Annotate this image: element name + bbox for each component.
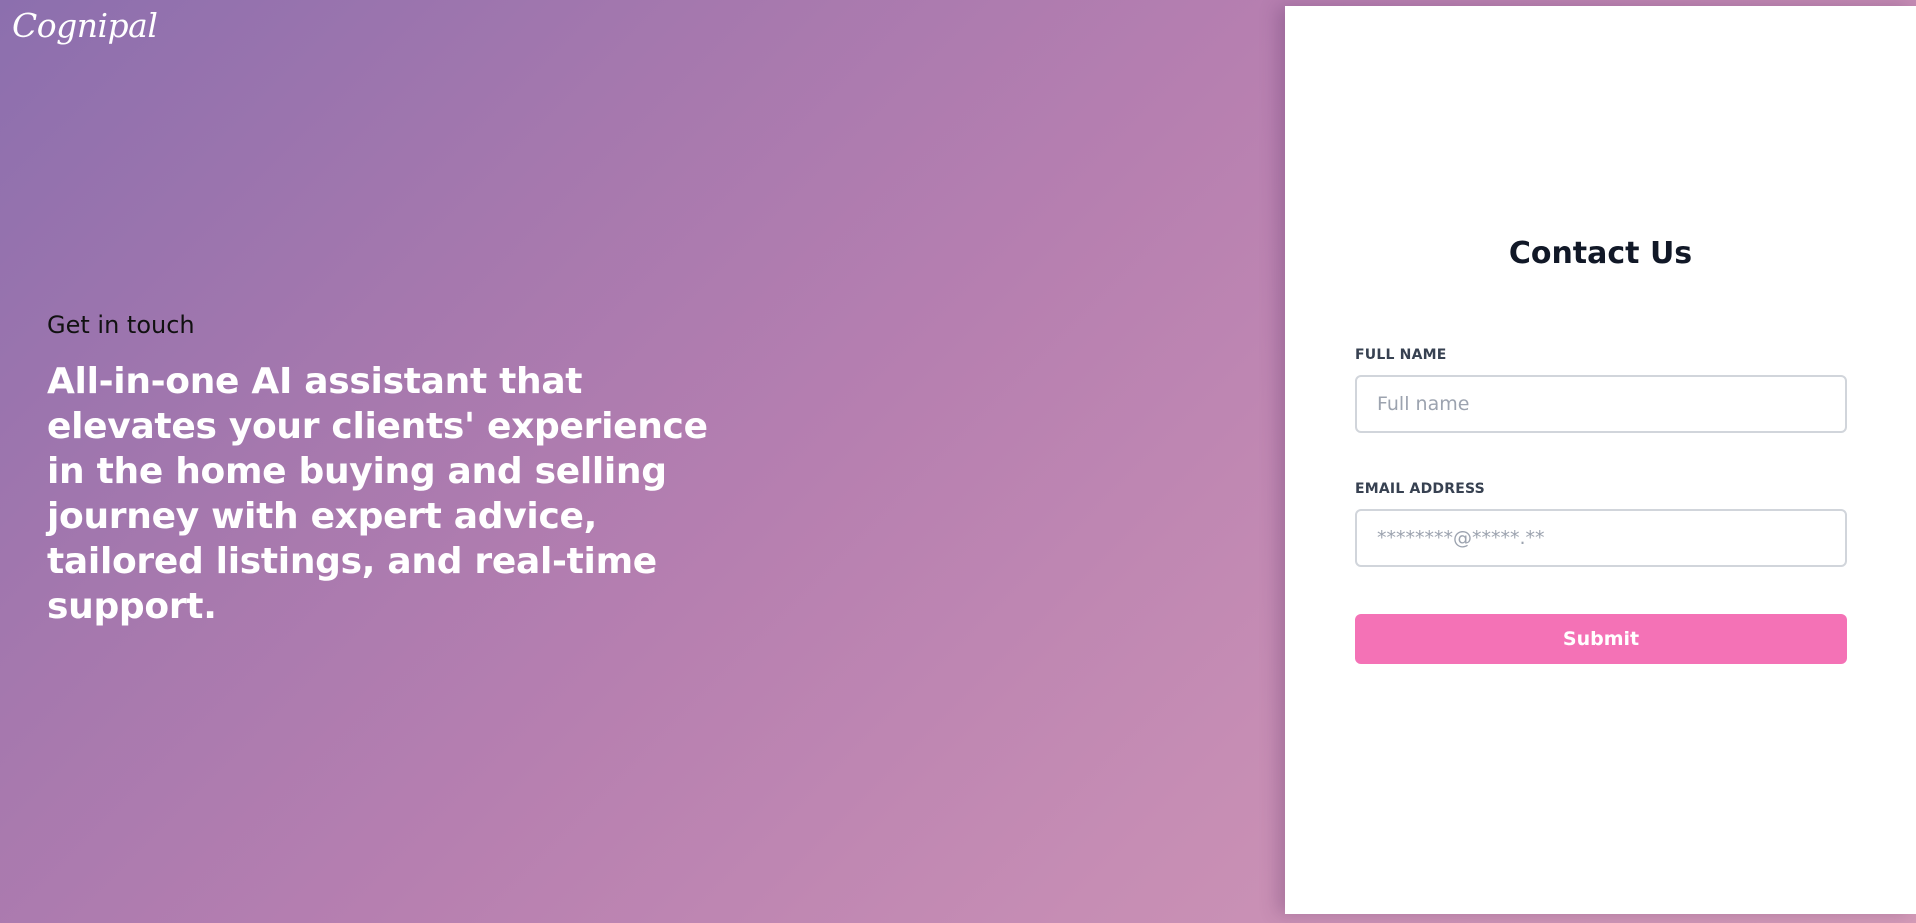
contact-form-title: Contact Us bbox=[1508, 236, 1693, 271]
email-field-group: EMAIL ADDRESS bbox=[1355, 481, 1847, 567]
full-name-label: FULL NAME bbox=[1355, 347, 1447, 363]
full-name-field-group: FULL NAME bbox=[1355, 347, 1847, 433]
submit-button[interactable]: Submit bbox=[1355, 614, 1847, 664]
brand-logo[interactable]: Cognipal bbox=[12, 6, 158, 45]
full-name-input[interactable] bbox=[1355, 375, 1847, 433]
hero-headline: All-in-one AI assistant that elevates yo… bbox=[47, 361, 708, 627]
email-input[interactable] bbox=[1355, 509, 1847, 567]
hero-eyebrow: Get in touch bbox=[47, 311, 195, 339]
hero-section: Get in touch All-in-one AI assistant tha… bbox=[47, 311, 747, 629]
contact-panel: Contact Us FULL NAME EMAIL ADDRESS Submi… bbox=[1285, 6, 1916, 914]
email-label: EMAIL ADDRESS bbox=[1355, 481, 1485, 497]
